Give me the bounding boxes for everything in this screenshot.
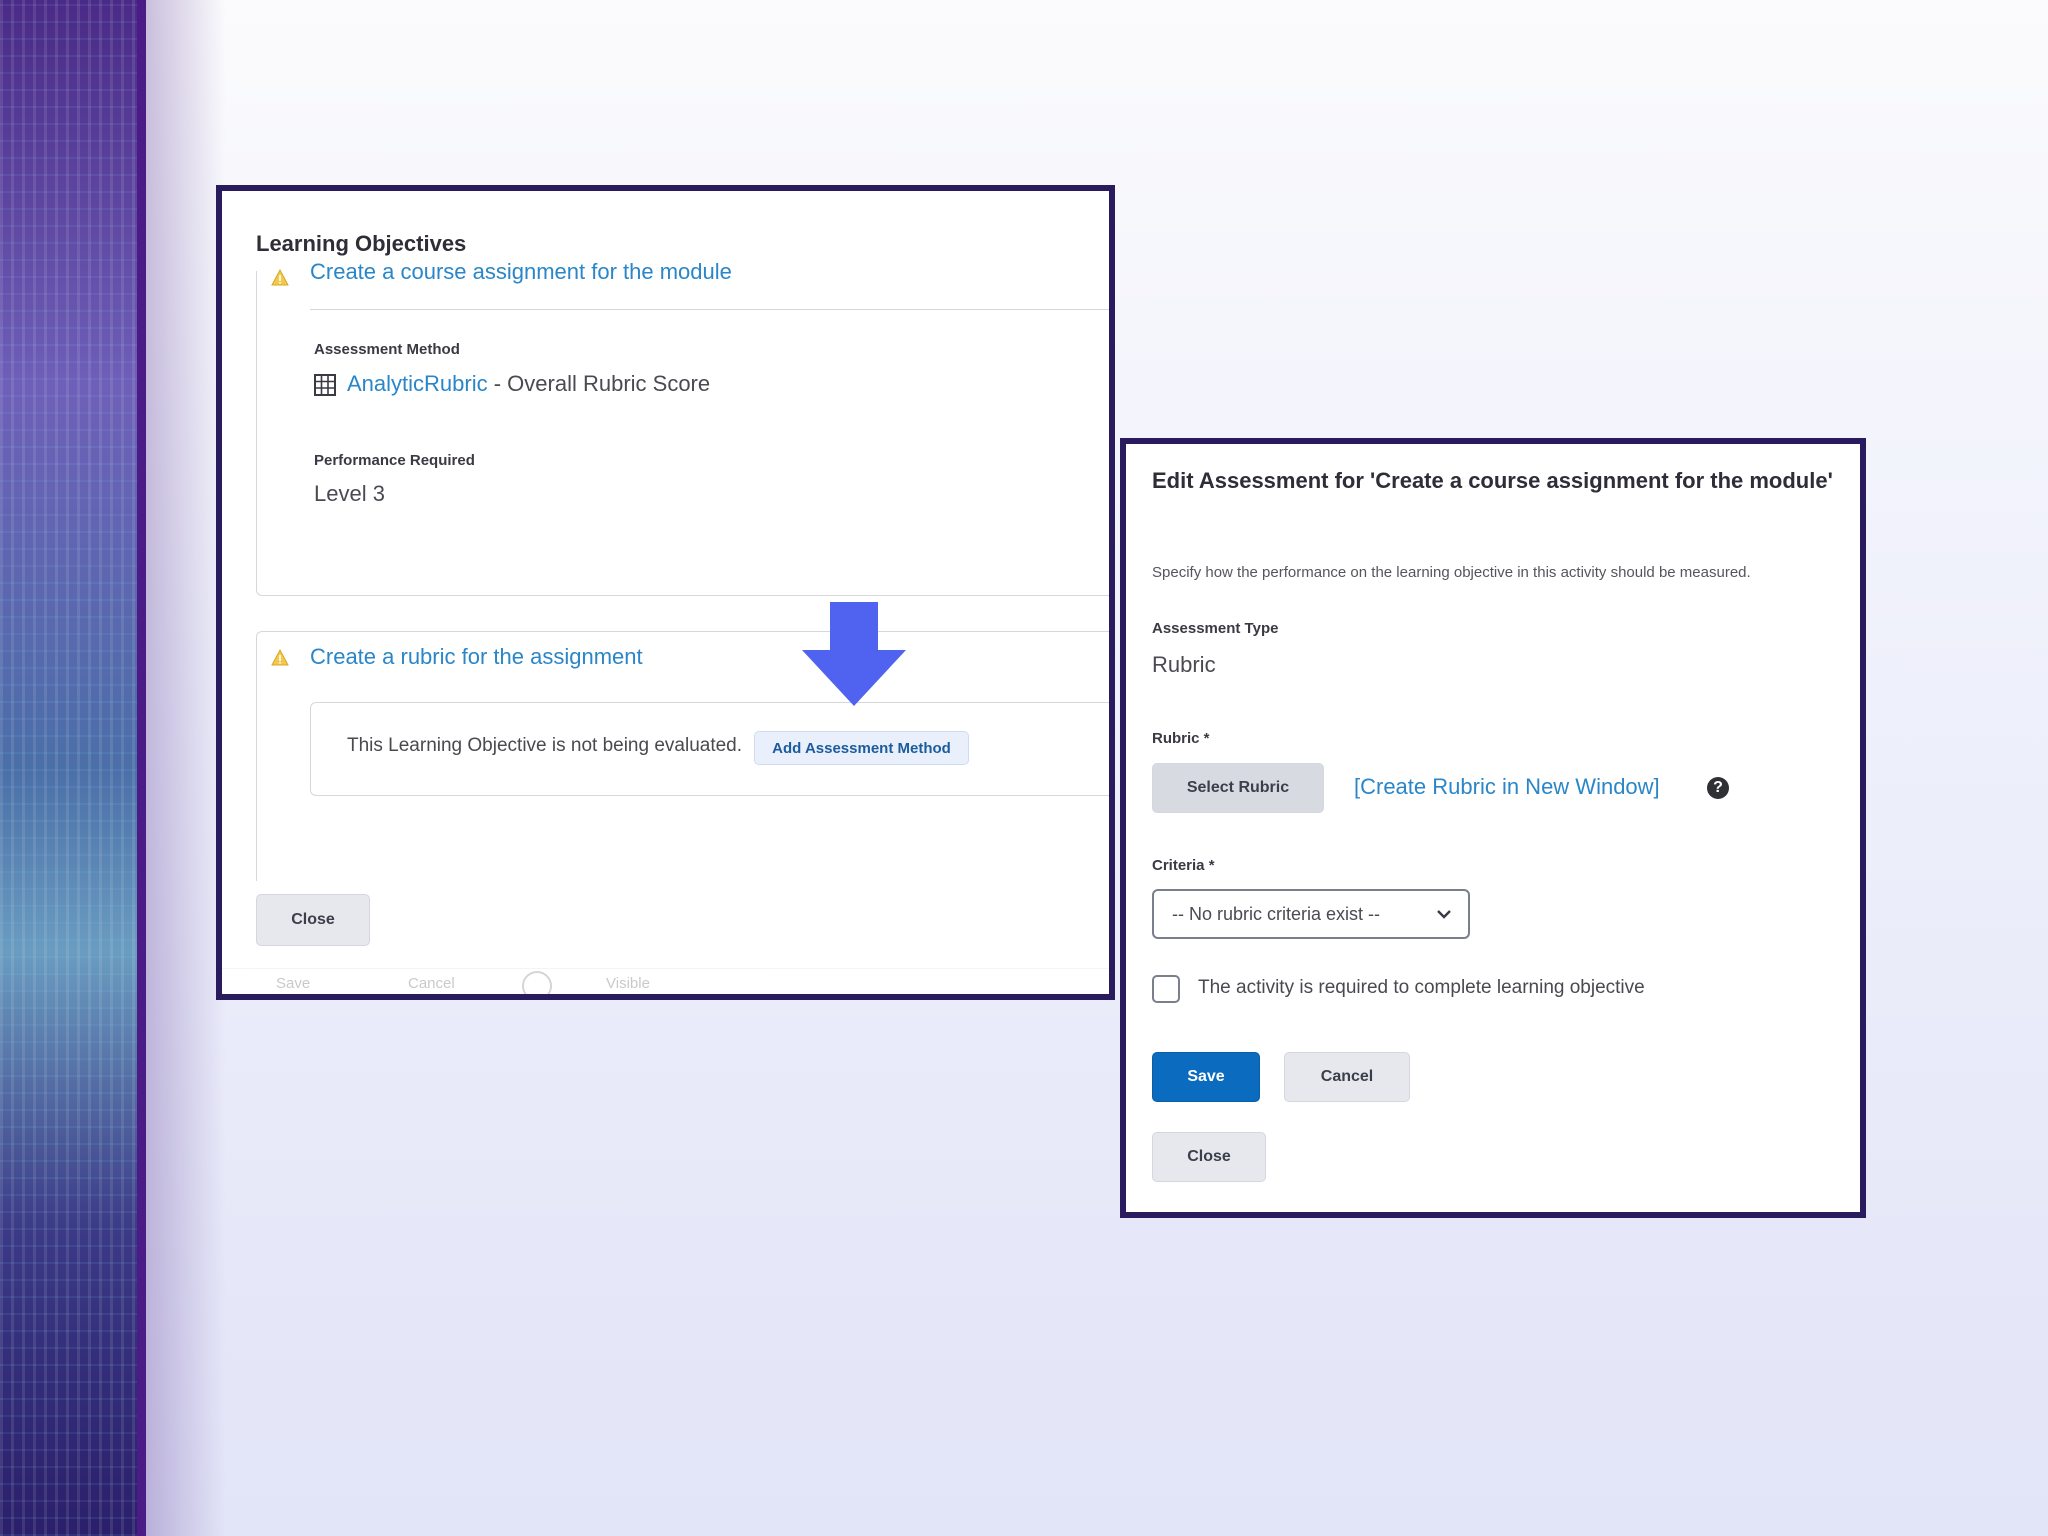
assessment-method-suffix: - Overall Rubric Score	[487, 371, 711, 396]
assessment-method-label: Assessment Method	[314, 341, 460, 358]
background-fade	[146, 0, 226, 1536]
add-assessment-method-button[interactable]: Add Assessment Method	[754, 731, 969, 765]
select-rubric-button[interactable]: Select Rubric	[1152, 763, 1324, 813]
faded-toggle	[522, 971, 552, 994]
faded-cancel: Cancel	[408, 975, 455, 992]
learning-objectives-panel: Learning Objectives Create a course assi…	[216, 185, 1115, 1000]
objective-1-link[interactable]: Create a course assignment for the modul…	[310, 259, 732, 285]
warning-triangle-icon	[271, 649, 289, 666]
panel-title: Learning Objectives	[256, 231, 467, 256]
edit-assessment-panel: Edit Assessment for 'Create a course ass…	[1120, 438, 1866, 1218]
save-button[interactable]: Save	[1152, 1052, 1260, 1102]
assessment-type-label: Assessment Type	[1152, 620, 1279, 637]
create-rubric-link[interactable]: [Create Rubric in New Window]	[1354, 774, 1660, 800]
objective-card-2: Create a rubric for the assignment This …	[256, 631, 1109, 881]
performance-required-label: Performance Required	[314, 452, 475, 469]
faded-visible: Visible	[606, 975, 650, 992]
objective-2-link[interactable]: Create a rubric for the assignment	[310, 644, 643, 670]
objective-card-1: Create a course assignment for the modul…	[256, 259, 1109, 596]
chevron-down-icon	[1437, 910, 1451, 919]
not-evaluated-box: This Learning Objective is not being eva…	[310, 702, 1109, 796]
criteria-label: Criteria *	[1152, 857, 1215, 874]
edit-assessment-description: Specify how the performance on the learn…	[1152, 564, 1751, 581]
criteria-select[interactable]: -- No rubric criteria exist --	[1152, 889, 1470, 939]
performance-required-value: Level 3	[314, 481, 385, 506]
background-decorative-strip	[0, 0, 140, 1536]
assessment-method-value: AnalyticRubric - Overall Rubric Score	[347, 371, 710, 397]
not-evaluated-text: This Learning Objective is not being eva…	[347, 735, 743, 756]
faded-save: Save	[276, 975, 311, 992]
faded-footer: Save Cancel Visible	[222, 968, 1109, 994]
required-checkbox[interactable]	[1152, 975, 1180, 1003]
help-circle-icon[interactable]: ?	[1707, 777, 1729, 799]
arrow-down-icon	[802, 602, 906, 706]
background-purple-bar	[137, 0, 146, 1536]
criteria-select-value: -- No rubric criteria exist --	[1172, 903, 1381, 924]
close-button[interactable]: Close	[1152, 1132, 1266, 1182]
cancel-button[interactable]: Cancel	[1284, 1052, 1410, 1102]
rubric-label: Rubric *	[1152, 730, 1210, 747]
warning-triangle-icon	[271, 269, 289, 286]
assessment-type-value: Rubric	[1152, 652, 1216, 677]
grid-table-icon	[314, 374, 336, 396]
required-checkbox-label: The activity is required to complete lea…	[1198, 977, 1645, 998]
divider	[310, 309, 1109, 310]
analytic-rubric-link[interactable]: AnalyticRubric	[347, 371, 488, 396]
close-button[interactable]: Close	[256, 894, 370, 946]
edit-assessment-title: Edit Assessment for 'Create a course ass…	[1152, 468, 1833, 493]
